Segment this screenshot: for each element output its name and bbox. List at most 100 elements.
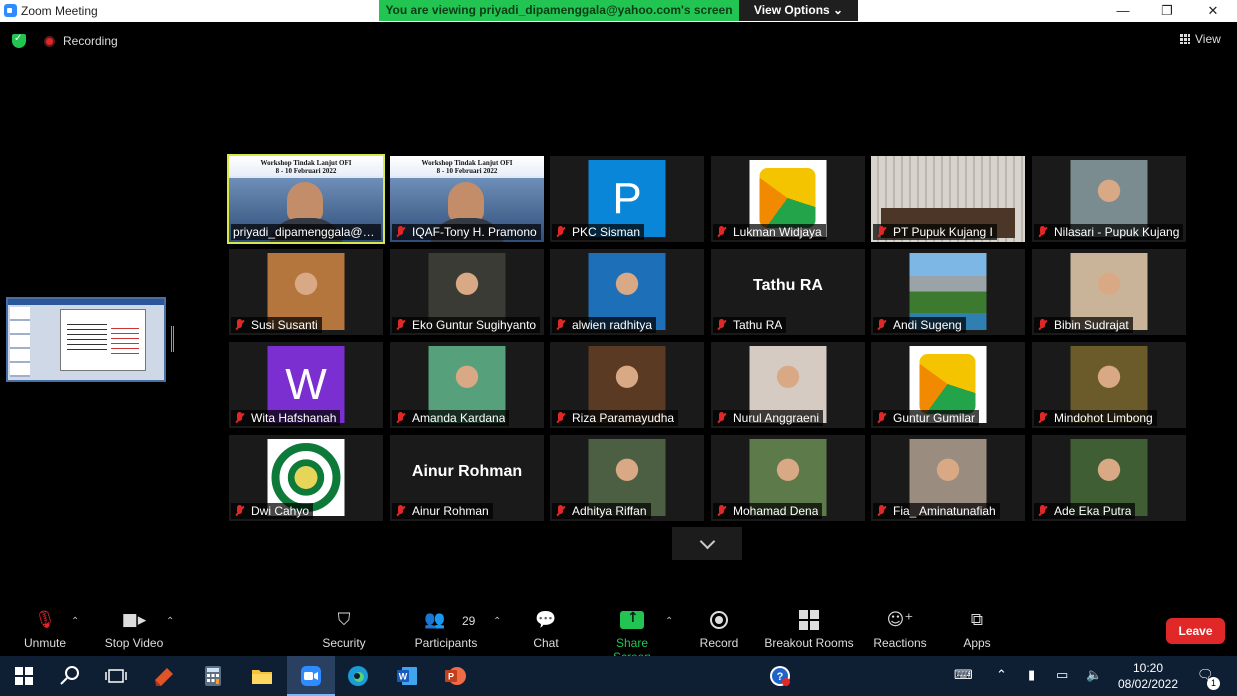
shared-screen-thumbnail[interactable] (6, 297, 166, 382)
participant-tile[interactable]: Dwi Cahyo (229, 435, 383, 521)
minimize-icon[interactable]: — (1108, 2, 1138, 20)
participant-name-bar: Tathu RA (713, 317, 787, 333)
anniversary-logo (919, 354, 976, 414)
participant-tile[interactable]: Ainur Rohman Ainur Rohman (390, 435, 544, 521)
search-icon[interactable] (58, 664, 82, 688)
edge-browser-icon[interactable] (346, 664, 370, 688)
task-view-icon[interactable] (104, 664, 128, 688)
participants-count: 29 (462, 614, 476, 628)
muted-mic-icon (233, 319, 247, 331)
participant-tile[interactable]: Bibin Sudrajat (1032, 249, 1186, 335)
participant-tile[interactable]: Ade Eka Putra (1032, 435, 1186, 521)
record-button[interactable]: Record (698, 610, 740, 650)
audio-options-caret-icon[interactable]: ⌃ (71, 616, 79, 627)
participant-name: alwien radhitya (572, 318, 653, 332)
battery-icon[interactable]: ▭ (1056, 668, 1068, 683)
participant-tile[interactable]: Mindohot Limbong (1032, 342, 1186, 428)
window-title: Zoom Meeting (21, 4, 98, 18)
share-options-caret-icon[interactable]: ⌃ (665, 616, 673, 627)
recording-icon (44, 36, 55, 47)
screen-share-banner: You are viewing priyadi_dipamenggala@yah… (379, 0, 739, 21)
participant-tile[interactable]: Eko Guntur Sugihyanto (390, 249, 544, 335)
next-page-chevron-icon[interactable] (672, 527, 742, 560)
reactions-button[interactable]: ☺⁺ Reactions (872, 610, 928, 650)
person-silhouette (287, 182, 323, 222)
participant-tile[interactable]: Susi Susanti (229, 249, 383, 335)
participant-name-bar: Andi Sugeng (873, 317, 966, 333)
apps-button[interactable]: ⧉ Apps (960, 610, 994, 650)
chat-label: Chat (533, 636, 559, 650)
record-icon (710, 611, 728, 629)
participant-name-bar: Lukman Widjaya (713, 224, 826, 240)
taskbar-clock[interactable]: 10:20 08/02/2022 (1112, 660, 1184, 692)
participant-tile[interactable]: W Wita Hafshanah (229, 342, 383, 428)
participant-tile[interactable]: Workshop Tindak Lanjut OFI 8 - 10 Februa… (227, 154, 385, 244)
show-hidden-icons-chevron-icon[interactable]: ⌃ (996, 668, 1007, 683)
restore-icon[interactable]: ❐ (1152, 2, 1182, 20)
participant-name: Guntur Gumilar (893, 411, 976, 425)
workshop-banner: Workshop Tindak Lanjut OFI 8 - 10 Februa… (390, 156, 544, 176)
close-icon[interactable]: ✕ (1198, 2, 1228, 20)
participant-tile[interactable]: Nilasari - Pupuk Kujang (1032, 156, 1186, 242)
volume-icon[interactable]: 🔈 (1086, 668, 1102, 683)
security-button[interactable]: ⛉ Security (318, 610, 370, 650)
participants-label: Participants (414, 636, 478, 650)
participant-name-bar: PT Pupuk Kujang I (873, 224, 997, 240)
muted-mic-icon (394, 505, 408, 517)
zoom-app-icon (4, 4, 17, 17)
participant-name-bar: Guntur Gumilar (873, 410, 980, 426)
recording-label[interactable]: Recording (63, 34, 118, 48)
participant-name: IQAF-Tony H. Pramono (412, 225, 537, 239)
muted-mic-icon (554, 412, 568, 424)
stop-video-button[interactable]: ■▸ Stop Video (101, 610, 167, 650)
calculator-icon[interactable] (201, 664, 225, 688)
participant-tile[interactable]: Riza Paramayudha (550, 342, 704, 428)
keyboard-icon[interactable]: ⌨ (954, 668, 973, 683)
presentation-app-icon[interactable] (152, 664, 176, 688)
video-options-caret-icon[interactable]: ⌃ (166, 616, 174, 627)
breakout-rooms-button[interactable]: Breakout Rooms (763, 610, 855, 650)
unmute-button[interactable]: 🎙 Unmute (22, 610, 68, 650)
participant-tile[interactable]: Workshop Tindak Lanjut OFI 8 - 10 Februa… (390, 156, 544, 242)
windows-start-icon[interactable] (12, 664, 36, 688)
windows-taskbar: W P ? ⌨ ⌃ ▮ ▭ 🔈 10:20 08/02/2022 🗨 1 (0, 656, 1237, 696)
participant-tile[interactable]: Amanda Kardana (390, 342, 544, 428)
muted-mic-icon (875, 412, 889, 424)
participant-tile[interactable]: Mohamad Dena (711, 435, 865, 521)
security-label: Security (322, 636, 366, 650)
participant-tile[interactable]: PT Pupuk Kujang I (871, 156, 1025, 242)
company-emblem (271, 443, 341, 512)
participant-tile[interactable]: Andi Sugeng (871, 249, 1025, 335)
view-options-button[interactable]: View Options ⌄ (739, 0, 858, 21)
participant-name: Wita Hafshanah (251, 411, 337, 425)
view-button[interactable]: View (1180, 32, 1221, 46)
participants-options-caret-icon[interactable]: ⌃ (493, 616, 501, 627)
participant-tile[interactable]: Nurul Anggraeni (711, 342, 865, 428)
microphone-tray-icon[interactable]: ▮ (1028, 668, 1035, 683)
participant-tile[interactable]: Tathu RA Tathu RA (711, 249, 865, 335)
muted-mic-icon (233, 505, 247, 517)
word-app-icon[interactable]: W (395, 664, 419, 688)
participant-tile[interactable]: Fia_ Aminatunafiah (871, 435, 1025, 521)
powerpoint-app-icon[interactable]: P (443, 664, 467, 688)
apps-icon: ⧉ (970, 610, 984, 630)
encryption-shield-icon[interactable] (12, 33, 26, 48)
split-resize-handle[interactable] (171, 326, 174, 352)
participant-tile[interactable]: Lukman Widjaya (711, 156, 865, 242)
participant-tile[interactable]: alwien radhitya (550, 249, 704, 335)
participant-tile[interactable]: P PKC Sisman (550, 156, 704, 242)
muted-mic-icon (1036, 505, 1050, 517)
person-silhouette (448, 182, 484, 222)
chat-button[interactable]: 💬 Chat (530, 610, 562, 650)
muted-mic-icon (554, 226, 568, 238)
shield-icon: ⛉ (337, 610, 351, 630)
zoom-taskbar-icon[interactable] (299, 664, 323, 688)
muted-mic-icon (554, 319, 568, 331)
leave-button[interactable]: Leave (1166, 618, 1225, 644)
file-explorer-icon[interactable] (250, 664, 274, 688)
participant-tile[interactable]: Guntur Gumilar (871, 342, 1025, 428)
workshop-banner: Workshop Tindak Lanjut OFI 8 - 10 Februa… (229, 156, 383, 176)
muted-mic-icon (233, 412, 247, 424)
participant-tile[interactable]: Adhitya Riffan (550, 435, 704, 521)
help-badge-icon[interactable]: ? (768, 664, 792, 688)
